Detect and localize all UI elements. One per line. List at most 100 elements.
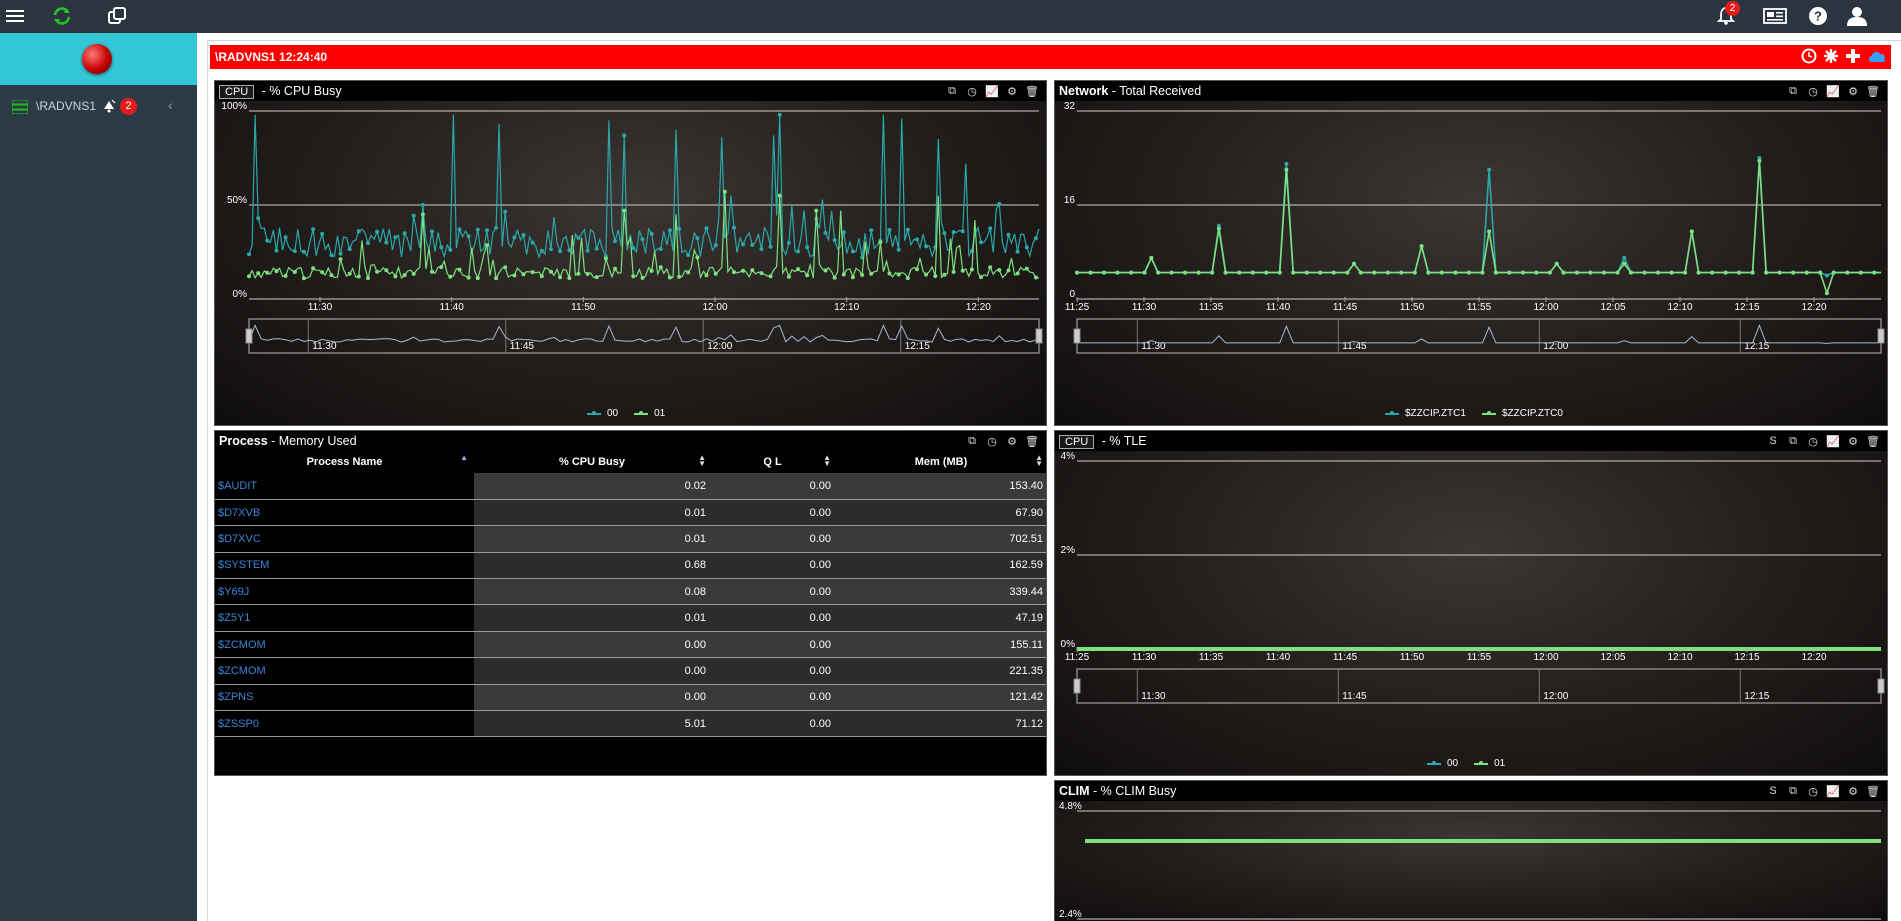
s-toggle[interactable]: S [1765,434,1781,448]
trash-icon[interactable]: 🗑 [1024,434,1040,448]
table-row[interactable]: $Z5Y1 0.01 0.00 47.19 [215,604,1046,632]
alert-bell-icon[interactable] [101,98,117,117]
gear-icon[interactable]: ⚙ [1845,784,1861,798]
legend-item[interactable]: 00 [1427,758,1458,769]
clock-icon[interactable]: ◷ [1805,784,1821,798]
table-row[interactable]: $D7XVC 0.01 0.00 702.51 [215,525,1046,553]
y-tick-label: 4% [1061,451,1076,462]
copy-windows-icon[interactable] [105,4,129,28]
process-name-link[interactable]: $ZPNS [215,684,474,712]
copy-icon[interactable]: ⧉ [964,434,980,448]
table-row[interactable]: $ZSSP0 5.01 0.00 71.12 [215,710,1046,738]
clock-icon[interactable]: ◷ [1805,434,1821,448]
table-cell: 0.00 [474,684,710,712]
cpu-tag: CPU [1059,435,1095,449]
news-icon[interactable] [1763,4,1787,28]
trash-icon[interactable]: 🗑 [1865,434,1881,448]
chart-icon[interactable]: 📈 [1825,434,1841,448]
copy-icon[interactable]: ⧉ [1785,784,1801,798]
data-point [1750,270,1755,275]
legend-item[interactable]: 01 [1474,758,1505,769]
legend-item[interactable]: 01 [634,408,665,419]
column-header-ql[interactable]: Q L ▲ ▼ [710,451,835,473]
clock-icon[interactable]: ◷ [984,434,1000,448]
data-point [338,257,343,262]
help-icon[interactable]: ? [1806,4,1830,28]
table-row[interactable]: $ZCMOM 0.00 0.00 221.35 [215,657,1046,685]
table-cell: 0.00 [474,631,710,659]
cpu-chart: 100% 50% 0% 11:30 11:40 11:50 12:00 12:10 12:20 1… [221,101,1043,354]
table-cell: 0.00 [710,631,835,659]
column-header-mem[interactable]: Mem (MB) ▲ ▼ [835,451,1046,473]
data-point [1520,270,1525,275]
add-icon[interactable] [1845,48,1861,67]
process-name-link[interactable]: $ZCMOM [215,657,474,685]
process-name-link[interactable]: $Z5Y1 [215,604,474,632]
process-name-link[interactable]: $ZSSP0 [215,710,474,738]
data-point [1250,270,1255,275]
clock-icon[interactable] [1801,48,1817,67]
data-point [1588,270,1593,275]
trash-icon[interactable]: 🗑 [1865,84,1881,98]
data-point [512,235,517,240]
table-row[interactable]: $SYSTEM 0.68 0.00 162.59 [215,552,1046,580]
sidebar-item-node[interactable]: \RADVNS1 2 ‹ [0,95,197,117]
column-header-process-name[interactable]: Process Name ▲ [215,451,474,473]
gear-icon[interactable]: ⚙ [1845,84,1861,98]
network-chart: 32 16 0 11:25 11:30 11:35 11:40 11:45 11:50 11:55… [1064,101,1885,354]
data-point [356,274,361,279]
legend-item[interactable]: $ZZCIP.ZTC1 [1385,408,1466,419]
tle-chart: 4% 2% 0% 11:25 11:30 11:35 11:40 11:45 11:50 11:5… [1061,451,1885,704]
cloud-icon[interactable] [1867,48,1887,67]
collapse-chevron-icon[interactable]: ‹ [168,97,173,113]
gear-icon[interactable]: ⚙ [1845,434,1861,448]
cpu-tag: CPU [219,85,255,99]
legend-item[interactable]: $ZZCIP.ZTC0 [1481,408,1563,419]
table-row[interactable]: $ZCMOM 0.00 0.00 155.11 [215,631,1046,659]
chart-icon[interactable]: 📈 [984,84,1000,98]
data-point [1149,255,1154,260]
process-name-link[interactable]: $AUDIT [215,473,474,500]
data-point [1345,270,1350,275]
data-point [420,203,425,207]
process-name-link[interactable]: $D7XVB [215,499,474,527]
table-row[interactable]: $Y69J 0.08 0.00 339.44 [215,578,1046,606]
data-point [1237,270,1242,275]
data-point [1453,270,1458,275]
chart-icon[interactable]: 📈 [1825,84,1841,98]
process-name-link[interactable]: $SYSTEM [215,552,474,580]
data-point [1824,273,1829,278]
data-point [530,270,535,275]
table-row[interactable]: $AUDIT 0.02 0.00 153.40 [215,473,1046,500]
clock-icon[interactable]: ◷ [964,84,980,98]
settings-gear-icon[interactable] [1823,48,1839,67]
copy-icon[interactable]: ⧉ [1785,84,1801,98]
legend-item[interactable]: 00 [587,408,618,419]
process-name-link[interactable]: $Y69J [215,578,474,606]
clock-icon[interactable]: ◷ [1805,84,1821,98]
process-name-link[interactable]: $ZCMOM [215,631,474,659]
table-row[interactable]: $D7XVB 0.01 0.00 67.90 [215,499,1046,527]
x-tick-label: 11:30 [308,302,333,313]
x-tick-label: 12:10 [1667,652,1692,663]
data-point [439,265,444,270]
data-point [1156,270,1161,275]
process-name-link[interactable]: $D7XVC [215,525,474,553]
copy-icon[interactable]: ⧉ [944,84,960,98]
gear-icon[interactable]: ⚙ [1004,434,1020,448]
x-tick-label: 12:00 [1533,652,1558,663]
user-icon[interactable] [1845,4,1869,28]
data-point [850,249,855,254]
trash-icon[interactable]: 🗑 [1865,784,1881,798]
trash-icon[interactable]: 🗑 [1024,84,1040,98]
column-header-cpu-busy[interactable]: % CPU Busy ▲ ▼ [474,451,710,473]
chart-icon[interactable]: 📈 [1825,784,1841,798]
refresh-icon[interactable] [50,4,74,28]
gear-icon[interactable]: ⚙ [1004,84,1020,98]
s-toggle[interactable]: S [1765,784,1781,798]
copy-icon[interactable]: ⧉ [1785,434,1801,448]
data-point [896,272,901,277]
clim-panel-title: - % CLIM Busy [1089,784,1177,798]
hamburger-menu-icon[interactable] [3,4,27,28]
table-row[interactable]: $ZPNS 0.00 0.00 121.42 [215,684,1046,712]
